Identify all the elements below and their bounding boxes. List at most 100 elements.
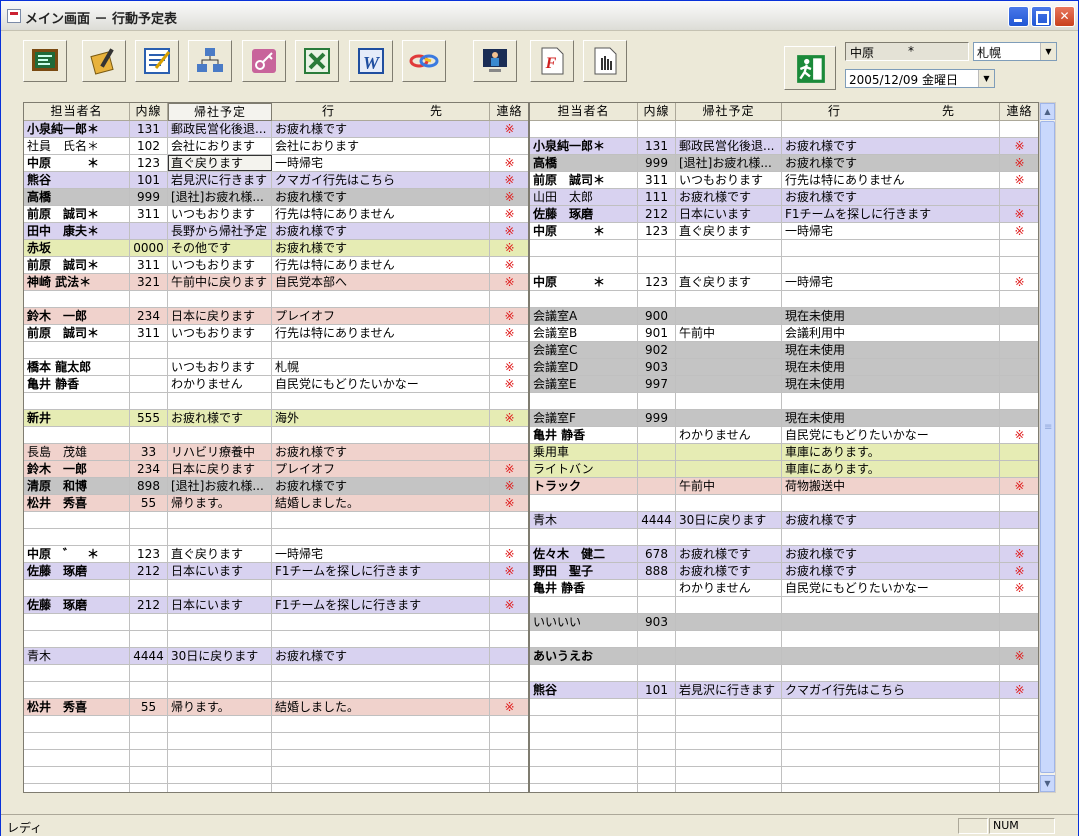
cell-destination[interactable]: [782, 665, 1000, 681]
cell-return[interactable]: [676, 767, 782, 783]
table-row[interactable]: 会議室E 997 現在未使用: [530, 376, 1038, 393]
cell-ext[interactable]: [638, 665, 676, 681]
cell-destination[interactable]: 行先は特にありません: [782, 172, 1000, 188]
app-icon[interactable]: [7, 9, 21, 23]
cell-contact-mark[interactable]: [1000, 699, 1038, 715]
cell-destination[interactable]: 車庫にあります。: [782, 444, 1000, 460]
cell-return[interactable]: [676, 461, 782, 477]
cell-return[interactable]: 直ぐ戻ります: [676, 274, 782, 290]
table-row[interactable]: 青木 4444 30日に戻ります お疲れ様です: [530, 512, 1038, 529]
cell-name[interactable]: 前原 誠司＊: [24, 257, 130, 273]
cell-return[interactable]: 午前中: [676, 325, 782, 341]
cell-ext[interactable]: [130, 716, 168, 732]
cell-return[interactable]: [168, 529, 272, 545]
table-row[interactable]: 野田 聖子 888 お疲れ様です お疲れ様です ※: [530, 563, 1038, 580]
location-select[interactable]: 札幌 ▼: [973, 42, 1057, 61]
cell-contact-mark[interactable]: ※: [490, 223, 528, 239]
cell-name[interactable]: 前原 誠司＊: [24, 206, 130, 222]
cell-return[interactable]: [168, 767, 272, 783]
cell-contact-mark[interactable]: ※: [1000, 274, 1038, 290]
cell-ext[interactable]: 555: [130, 410, 168, 426]
cell-destination[interactable]: [782, 257, 1000, 273]
cell-contact-mark[interactable]: [490, 767, 528, 783]
cell-return[interactable]: 日本にいます: [676, 206, 782, 222]
cell-name[interactable]: 社員 氏名＊: [24, 138, 130, 154]
cell-name[interactable]: 青木: [24, 648, 130, 664]
cell-ext[interactable]: [130, 614, 168, 630]
cell-destination[interactable]: [782, 291, 1000, 307]
cell-contact-mark[interactable]: [490, 648, 528, 664]
cell-contact-mark[interactable]: [490, 512, 528, 528]
cell-destination[interactable]: [782, 716, 1000, 732]
cell-return[interactable]: 帰ります。: [168, 495, 272, 511]
cell-ext[interactable]: 101: [130, 172, 168, 188]
cell-contact-mark[interactable]: [1000, 461, 1038, 477]
cell-ext[interactable]: 311: [130, 206, 168, 222]
cell-contact-mark[interactable]: ※: [490, 495, 528, 511]
table-row[interactable]: [530, 631, 1038, 648]
cell-name[interactable]: 佐々木 健二: [530, 546, 638, 562]
cell-return[interactable]: [168, 291, 272, 307]
cell-name[interactable]: [24, 291, 130, 307]
cell-ext[interactable]: [638, 427, 676, 443]
cell-destination[interactable]: お疲れ様です: [272, 240, 490, 256]
cell-destination[interactable]: 現在未使用: [782, 342, 1000, 358]
cell-destination[interactable]: 一時帰宅: [272, 546, 490, 562]
scroll-down-icon[interactable]: ▼: [1040, 775, 1055, 792]
header-name[interactable]: 担当者名: [24, 103, 130, 121]
title-bar[interactable]: メイン画面 － 行動予定表: [1, 1, 1078, 31]
table-row[interactable]: [24, 767, 528, 784]
cell-ext[interactable]: [130, 529, 168, 545]
table-row[interactable]: [530, 240, 1038, 257]
cell-ext[interactable]: [638, 529, 676, 545]
cell-return[interactable]: [676, 784, 782, 792]
cell-ext[interactable]: 902: [638, 342, 676, 358]
cell-name[interactable]: [530, 716, 638, 732]
cell-ext[interactable]: 131: [638, 138, 676, 154]
table-row[interactable]: [530, 495, 1038, 512]
table-row[interactable]: [24, 682, 528, 699]
cell-return[interactable]: お疲れ様です: [676, 189, 782, 205]
table-row[interactable]: 中原 ＊ 123 直ぐ戻ります 一時帰宅 ※: [530, 274, 1038, 291]
table-row[interactable]: 前原 誠司＊ 311 いつもおります 行先は特にありません ※: [24, 325, 528, 342]
cell-return[interactable]: [676, 597, 782, 613]
table-row[interactable]: 会議室B 901 午前中 会議利用中: [530, 325, 1038, 342]
cell-contact-mark[interactable]: ※: [1000, 427, 1038, 443]
chevron-down-icon[interactable]: ▼: [978, 70, 994, 87]
table-row[interactable]: 清原 和博 898 [退社]お疲れ様... お疲れ様です ※: [24, 478, 528, 495]
cell-contact-mark[interactable]: [1000, 597, 1038, 613]
cell-name[interactable]: 会議室C: [530, 342, 638, 358]
cell-destination[interactable]: [782, 121, 1000, 137]
cell-destination[interactable]: 結婚しました。: [272, 699, 490, 715]
cell-ext[interactable]: [638, 733, 676, 749]
cell-contact-mark[interactable]: [1000, 359, 1038, 375]
table-row[interactable]: [24, 393, 528, 410]
cell-return[interactable]: お疲れ様です: [676, 563, 782, 579]
table-row[interactable]: 松井 秀喜 55 帰ります。 結婚しました。 ※: [24, 495, 528, 512]
cell-contact-mark[interactable]: [490, 716, 528, 732]
cell-return[interactable]: [676, 291, 782, 307]
cell-return[interactable]: いつもおります: [168, 325, 272, 341]
cell-destination[interactable]: 自民党にもどりたいかなー: [782, 580, 1000, 596]
cell-name[interactable]: トラック: [530, 478, 638, 494]
cell-destination[interactable]: 一時帰宅: [272, 155, 490, 171]
cell-ext[interactable]: 212: [130, 563, 168, 579]
cell-destination[interactable]: [272, 750, 490, 766]
cell-destination[interactable]: [272, 529, 490, 545]
cell-contact-mark[interactable]: [490, 614, 528, 630]
cell-name[interactable]: [530, 257, 638, 273]
table-row[interactable]: 中原 ＊ 123 直ぐ戻ります 一時帰宅 ※: [530, 223, 1038, 240]
cell-contact-mark[interactable]: [1000, 410, 1038, 426]
cell-ext[interactable]: [638, 121, 676, 137]
cell-ext[interactable]: [638, 784, 676, 792]
cell-return[interactable]: [168, 716, 272, 732]
cell-destination[interactable]: 会社におります: [272, 138, 490, 154]
cell-ext[interactable]: 311: [130, 325, 168, 341]
cell-return[interactable]: [676, 665, 782, 681]
cell-name[interactable]: 佐藤 琢磨: [530, 206, 638, 222]
cell-name[interactable]: 松井 秀喜: [24, 495, 130, 511]
cell-return[interactable]: [676, 648, 782, 664]
cell-ext[interactable]: 123: [638, 274, 676, 290]
cell-contact-mark[interactable]: [1000, 512, 1038, 528]
table-row[interactable]: 前原 誠司＊ 311 いつもおります 行先は特にありません ※: [24, 257, 528, 274]
